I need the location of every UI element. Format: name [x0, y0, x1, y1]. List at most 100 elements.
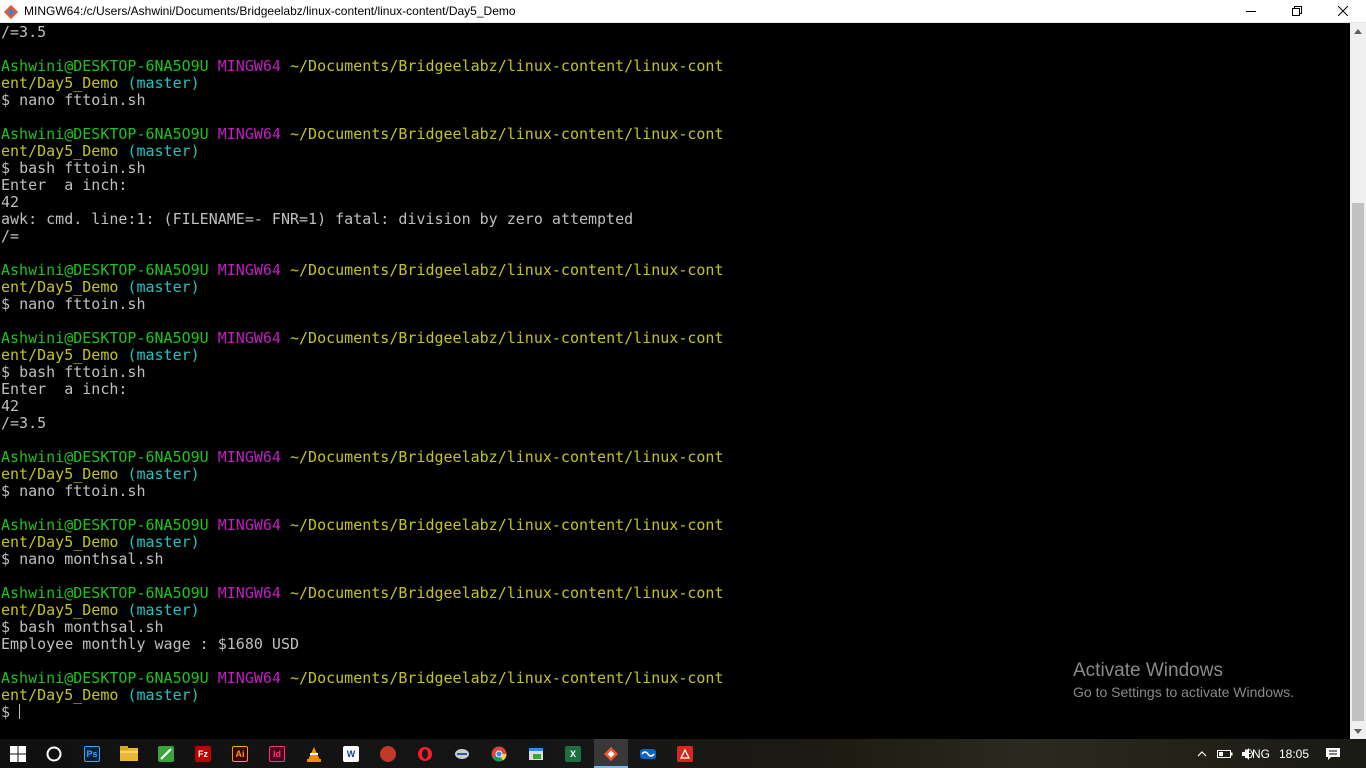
chevron-up-icon — [1197, 750, 1207, 756]
prompt-line: ent/Day5_Demo (master) — [1, 74, 200, 92]
acrobat-icon — [677, 745, 693, 762]
taskbar-file-explorer[interactable] — [113, 739, 145, 768]
output-line: /=3.5 — [1, 23, 47, 41]
taskbar: Ps Fz Ai Id W X ENG 18:05 — [0, 739, 1366, 768]
activate-title: Activate Windows — [1073, 660, 1223, 681]
folder-icon — [120, 746, 138, 761]
start-button[interactable] — [0, 739, 36, 768]
prompt-line: Ashwini@DESKTOP-6NA5O9U MINGW64 ~/Docume… — [1, 584, 724, 602]
show-hidden-icons-button[interactable] — [1192, 739, 1212, 768]
git-bash-icon — [3, 4, 19, 20]
photoshop-icon: Ps — [84, 745, 100, 762]
excel-icon: X — [565, 745, 581, 762]
git-bash-icon — [603, 746, 619, 761]
command-line: $ bash fttoin.sh — [1, 159, 146, 177]
output-line: Enter a inch: — [1, 176, 128, 194]
opera-icon — [418, 746, 432, 761]
prompt-line: Ashwini@DESKTOP-6NA5O9U MINGW64 ~/Docume… — [1, 57, 724, 75]
clock[interactable]: 18:05 — [1276, 739, 1312, 768]
minimize-icon — [1246, 11, 1256, 12]
clock-time: 18:05 — [1278, 746, 1310, 761]
scrollbar-thumb[interactable] — [1352, 203, 1364, 721]
command-line: $ nano fttoin.sh — [1, 295, 146, 313]
prompt-line: Ashwini@DESKTOP-6NA5O9U MINGW64 ~/Docume… — [1, 125, 724, 143]
command-line: $ nano fttoin.sh — [1, 91, 146, 109]
indesign-icon: Id — [269, 745, 285, 762]
taskbar-illustrator[interactable]: Ai — [224, 739, 256, 768]
taskbar-acrobat[interactable] — [669, 739, 701, 768]
window-titlebar[interactable]: MINGW64:/c/Users/Ashwini/Documents/Bridg… — [0, 0, 1366, 23]
taskbar-app-green[interactable] — [150, 739, 182, 768]
language-label: ENG — [1243, 746, 1270, 761]
prompt-line: ent/Day5_Demo (master) — [1, 142, 200, 160]
taskbar-opera[interactable] — [409, 739, 441, 768]
taskbar-photoshop[interactable]: Ps — [76, 739, 108, 768]
maximize-button[interactable] — [1274, 0, 1320, 22]
prompt-line: ent/Day5_Demo (master) — [1, 346, 200, 364]
minimize-button[interactable] — [1228, 0, 1274, 22]
red-app-icon — [380, 745, 396, 762]
prompt-line: Ashwini@DESKTOP-6NA5O9U MINGW64 ~/Docume… — [1, 516, 724, 534]
taskbar-git-bash[interactable] — [594, 739, 628, 768]
battery-button[interactable] — [1214, 739, 1236, 768]
command-line: $ bash monthsal.sh — [1, 618, 164, 636]
taskbar-filezilla[interactable]: Fz — [187, 739, 219, 768]
taskbar-excel[interactable]: X — [557, 739, 589, 768]
vlc-cone-icon — [307, 746, 321, 762]
taskbar-app-wave[interactable] — [632, 739, 664, 768]
command-line: $ nano monthsal.sh — [1, 550, 164, 568]
windows-logo-icon — [10, 745, 26, 762]
filezilla-icon: Fz — [195, 745, 211, 762]
prompt-line: ent/Day5_Demo (master) — [1, 533, 200, 551]
prompt-line: Ashwini@DESKTOP-6NA5O9U MINGW64 ~/Docume… — [1, 261, 724, 279]
terminal-output[interactable]: /=3.5 Ashwini@DESKTOP-6NA5O9U MINGW64 ~/… — [0, 23, 1350, 739]
prompt-line: Ashwini@DESKTOP-6NA5O9U MINGW64 ~/Docume… — [1, 669, 724, 687]
prompt-line: Ashwini@DESKTOP-6NA5O9U MINGW64 ~/Docume… — [1, 329, 724, 347]
drive-app-icon — [455, 748, 469, 759]
taskbar-indesign[interactable]: Id — [261, 739, 293, 768]
green-app-icon — [158, 745, 174, 762]
prompt-line: ent/Day5_Demo (master) — [1, 601, 200, 619]
close-button[interactable] — [1320, 0, 1366, 22]
document-app-icon: W — [343, 745, 359, 762]
prompt-line: Ashwini@DESKTOP-6NA5O9U MINGW64 ~/Docume… — [1, 448, 724, 466]
illustrator-icon: Ai — [232, 745, 248, 762]
close-icon — [1338, 6, 1348, 16]
taskbar-app-window[interactable] — [520, 739, 552, 768]
activate-subtitle: Go to Settings to activate Windows. — [1073, 684, 1294, 700]
command-line: $ bash fttoin.sh — [1, 363, 146, 381]
scroll-down-button[interactable] — [1350, 723, 1366, 739]
taskbar-app-blue-doc[interactable]: W — [335, 739, 367, 768]
taskbar-app-red[interactable] — [372, 739, 404, 768]
command-input-line[interactable]: $ — [1, 704, 21, 721]
output-line: Employee monthly wage : $1680 USD — [1, 635, 300, 653]
command-line: $ nano fttoin.sh — [1, 482, 146, 500]
text-cursor — [19, 704, 21, 719]
prompt-line: ent/Day5_Demo (master) — [1, 465, 200, 483]
notification-icon — [1326, 747, 1340, 760]
output-line: 42 — [1, 397, 20, 415]
taskbar-vlc[interactable] — [298, 739, 330, 768]
taskbar-app-gray[interactable] — [446, 739, 478, 768]
output-line: /= — [1, 227, 20, 245]
wave-app-icon — [640, 748, 656, 759]
language-indicator[interactable]: ENG — [1242, 739, 1272, 768]
arrow-up-icon — [1354, 28, 1362, 34]
taskbar-chrome[interactable] — [483, 739, 515, 768]
error-line: awk: cmd. line:1: (FILENAME=- FNR=1) fat… — [1, 210, 634, 228]
output-line: /=3.5 — [1, 414, 47, 432]
scroll-up-button[interactable] — [1350, 23, 1366, 39]
chrome-icon — [491, 746, 507, 762]
prompt-line: ent/Day5_Demo (master) — [1, 686, 200, 704]
output-line: Enter a inch: — [1, 380, 128, 398]
prompt-line: ent/Day5_Demo (master) — [1, 278, 200, 296]
terminal-scrollbar[interactable] — [1350, 23, 1366, 739]
battery-icon — [1217, 749, 1233, 758]
cortana-circle-icon — [46, 746, 62, 761]
activate-windows-watermark: Activate Windows Go to Settings to activ… — [1073, 660, 1294, 700]
action-center-button[interactable] — [1320, 739, 1346, 768]
arrow-down-icon — [1354, 728, 1362, 734]
restore-icon — [1292, 6, 1302, 16]
search-button[interactable] — [38, 739, 70, 768]
window-title: MINGW64:/c/Users/Ashwini/Documents/Bridg… — [24, 4, 516, 18]
